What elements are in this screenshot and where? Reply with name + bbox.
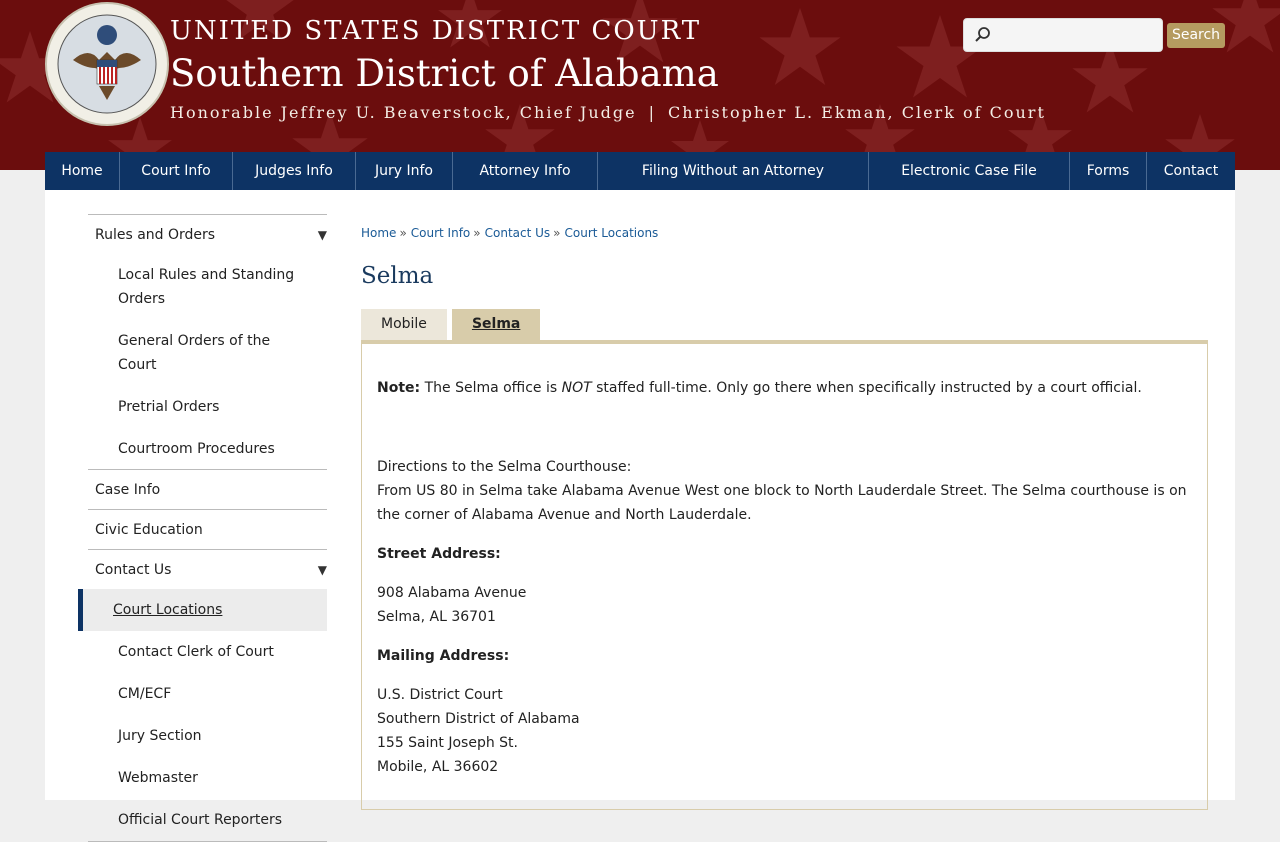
street-address-label: Street Address: [377,546,501,562]
breadcrumb-separator: » [553,226,561,240]
search-input[interactable] [998,23,1160,49]
directions-text: From US 80 in Selma take Alabama Avenue … [377,483,1187,523]
court-district-title[interactable]: Southern District of Alabama [170,52,719,95]
sidebar-item-contact-clerk[interactable]: Contact Clerk of Court [88,631,327,673]
mailing-address-line4: Mobile, AL 36602 [377,759,499,775]
breadcrumb-separator: » [473,226,481,240]
nav-jury-info[interactable]: Jury Info [356,152,453,190]
sidebar-item-label: Contact Us [95,562,172,578]
directions-heading: Directions to the Selma Courthouse: [377,459,632,475]
sidebar-item-rules-and-orders[interactable]: Rules and Orders ▼ [88,214,327,254]
sidebar-item-local-rules[interactable]: Local Rules and Standing Orders [88,254,327,320]
clerk-text: Christopher L. Ekman, Clerk of Court [668,103,1046,122]
mailing-address-line3: 155 Saint Joseph St. [377,735,518,751]
note-label: Note: [377,380,421,396]
sidebar-item-webmaster[interactable]: Webmaster [88,757,327,799]
court-name-line1: UNITED STATES DISTRICT COURT [170,16,702,46]
sidebar-item-label: Case Info [95,482,161,498]
sidebar-item-civic-education[interactable]: Civic Education [88,509,327,549]
breadcrumb-contact-us[interactable]: Contact Us [485,226,551,240]
officials-separator: | [648,103,657,122]
breadcrumb-home[interactable]: Home [361,226,396,240]
search-button[interactable]: Search [1167,23,1225,48]
sidebar-item-general-orders[interactable]: General Orders of the Court [88,320,327,386]
court-officials: Honorable Jeffrey U. Beaverstock, Chief … [170,103,1046,122]
site-header: UNITED STATES DISTRICT COURT Southern Di… [0,0,1280,170]
sidebar-item-label: Civic Education [95,522,203,538]
note-paragraph: Note: The Selma office is NOT staffed fu… [377,376,1192,400]
court-seal-logo [45,2,169,126]
tab-mobile[interactable]: Mobile [361,309,447,340]
nav-home[interactable]: Home [45,152,120,190]
expand-arrow-icon[interactable]: ▼ [318,228,327,242]
tab-panel: Note: The Selma office is NOT staffed fu… [361,340,1208,810]
nav-court-info[interactable]: Court Info [120,152,233,190]
note-emphasis: NOT [561,380,592,396]
tab-selma[interactable]: Selma [451,309,541,340]
sidebar-item-label: Rules and Orders [95,227,216,243]
nav-contact[interactable]: Contact [1147,152,1235,190]
street-address-line1: 908 Alabama Avenue [377,585,527,601]
sidebar-item-jury-section[interactable]: Jury Section [88,715,327,757]
nav-electronic-case-file[interactable]: Electronic Case File [869,152,1070,190]
nav-attorney-info[interactable]: Attorney Info [453,152,598,190]
nav-forms[interactable]: Forms [1070,152,1147,190]
street-address-line2: Selma, AL 36701 [377,609,496,625]
sidebar-item-pretrial-orders[interactable]: Pretrial Orders [88,386,327,428]
chief-judge-text: Honorable Jeffrey U. Beaverstock, Chief … [170,103,637,122]
expand-arrow-icon[interactable]: ▼ [318,563,327,577]
sidebar: Rules and Orders ▼ Local Rules and Stand… [78,214,327,842]
sidebar-item-contact-us[interactable]: Contact Us ▼ [88,549,327,589]
note-text-pre: The Selma office is [420,380,562,396]
sidebar-item-label: Court Locations [113,602,223,618]
nav-filing-without-attorney[interactable]: Filing Without an Attorney [598,152,869,190]
note-text-post: staffed full-time. Only go there when sp… [591,380,1142,396]
mailing-address-label: Mailing Address: [377,648,510,664]
mailing-address-line1: U.S. District Court [377,687,503,703]
tab-selma-label: Selma [471,316,521,332]
search-icon [975,27,990,42]
sidebar-item-official-court-reporters[interactable]: Official Court Reporters [88,799,327,841]
breadcrumb-separator: » [399,226,407,240]
page-title: Selma [361,263,434,289]
mailing-address-line2: Southern District of Alabama [377,711,580,727]
sidebar-item-court-locations[interactable]: Court Locations [78,589,327,631]
location-tabs: Mobile Selma [361,309,545,340]
breadcrumb-court-locations[interactable]: Court Locations [565,226,659,240]
sidebar-item-courtroom-procedures[interactable]: Courtroom Procedures [88,428,327,469]
nav-judges-info[interactable]: Judges Info [233,152,356,190]
breadcrumb: Home» Court Info» Contact Us» Court Locatio… [361,226,658,240]
sidebar-item-case-info[interactable]: Case Info [88,469,327,509]
main-nav: Home Court Info Judges Info Jury Info At… [45,152,1235,190]
breadcrumb-court-info[interactable]: Court Info [411,226,471,240]
main-area: Rules and Orders ▼ Local Rules and Stand… [45,190,1235,842]
search-box[interactable] [963,18,1163,52]
sidebar-item-cmecf[interactable]: CM/ECF [88,673,327,715]
